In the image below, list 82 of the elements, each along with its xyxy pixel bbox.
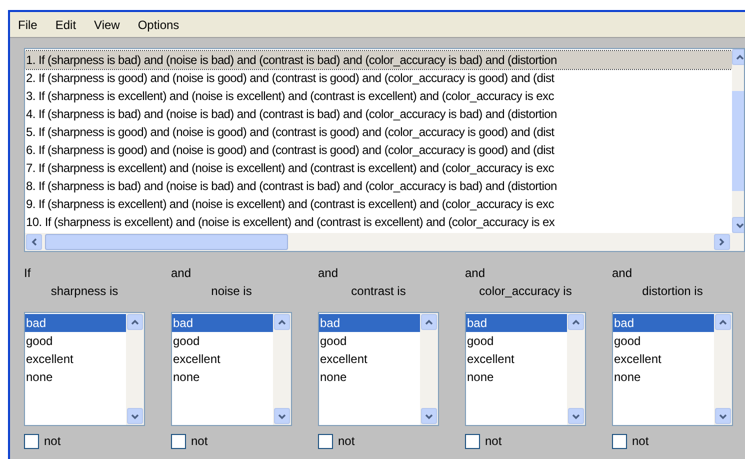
scroll-up-icon[interactable] [127, 314, 143, 330]
scroll-up-icon[interactable] [421, 314, 437, 330]
scroll-up-icon[interactable] [568, 314, 584, 330]
scroll-down-icon[interactable] [568, 408, 584, 424]
scroll-down-icon[interactable] [274, 408, 290, 424]
not-checkbox[interactable] [318, 434, 333, 448]
scroll-up-icon[interactable] [715, 314, 731, 330]
connector-label: and [612, 265, 632, 282]
scroll-thumb[interactable] [732, 91, 744, 191]
value-option[interactable]: none [25, 368, 126, 386]
value-option[interactable]: excellent [172, 350, 273, 368]
value-option[interactable]: none [613, 368, 714, 386]
scroll-thumb[interactable] [45, 234, 288, 250]
menu-item[interactable]: File [18, 16, 38, 34]
not-checkbox[interactable] [24, 434, 39, 448]
value-option[interactable]: bad [25, 314, 126, 332]
value-listbox[interactable]: bad good excellent none [171, 312, 292, 426]
value-option[interactable]: good [613, 332, 714, 350]
connector-label: and [465, 265, 486, 282]
scroll-down-icon[interactable] [715, 408, 731, 424]
value-option[interactable]: none [172, 368, 273, 386]
value-option[interactable]: bad [319, 314, 420, 332]
not-checkbox[interactable] [465, 434, 480, 448]
menu-item[interactable]: Options [138, 16, 180, 34]
value-listbox[interactable]: bad good excellent none [465, 312, 586, 426]
checkbox-label: not [632, 433, 649, 450]
vertical-scrollbar[interactable] [732, 49, 744, 233]
listbox-scrollbar[interactable] [420, 313, 438, 425]
value-option[interactable]: none [466, 368, 567, 386]
listbox-scrollbar[interactable] [273, 313, 291, 425]
scroll-left-icon[interactable] [26, 234, 42, 250]
value-option[interactable]: bad [466, 314, 567, 332]
not-checkbox[interactable] [612, 434, 627, 448]
value-listbox[interactable]: bad good excellent none [24, 312, 145, 426]
scroll-down-icon[interactable] [127, 408, 143, 424]
rule-row[interactable]: 3. If (sharpness is excellent) and (noise is excellent) and (contrast is excellent) and (color_accuracy is exc [25, 87, 732, 105]
connector-label: and [318, 265, 338, 282]
variable-label: contrast is [351, 283, 406, 300]
rule-row[interactable]: 8. If (sharpness is bad) and (noise is bad) and (contrast is bad) and (color_accuracy is bad) and (distortion [25, 177, 732, 195]
checkbox-label: not [44, 433, 61, 450]
value-option[interactable]: good [466, 332, 567, 350]
value-option[interactable]: good [319, 332, 420, 350]
menu-item[interactable]: View [94, 16, 120, 34]
checkbox-label: not [338, 433, 355, 450]
rule-row[interactable]: 7. If (sharpness is excellent) and (noise is excellent) and (contrast is excellent) and (color_accuracy is exc [25, 159, 732, 177]
connector-label: and [171, 265, 192, 282]
value-listbox[interactable]: bad good excellent none [612, 312, 733, 426]
value-option[interactable]: bad [172, 314, 273, 332]
listbox-scrollbar[interactable] [714, 313, 732, 425]
checkbox-label: not [485, 433, 502, 450]
scroll-up-icon[interactable] [732, 49, 744, 65]
listbox-scrollbar[interactable] [567, 313, 585, 425]
variable-label: color_accuracy is [479, 283, 572, 300]
variable-label: sharpness is [50, 283, 118, 300]
value-option[interactable]: excellent [613, 350, 714, 368]
value-option[interactable]: excellent [466, 350, 567, 368]
scroll-down-icon[interactable] [421, 408, 437, 424]
value-option[interactable]: bad [613, 314, 714, 332]
checkbox-label: not [191, 433, 208, 450]
connector-label: If [24, 265, 31, 282]
menu-item[interactable]: Edit [55, 16, 76, 34]
scroll-down-icon[interactable] [732, 217, 744, 233]
horizontal-scrollbar[interactable] [25, 233, 744, 251]
value-option[interactable]: good [172, 332, 273, 350]
rule-row[interactable]: 6. If (sharpness is good) and (noise is good) and (contrast is good) and (color_accuracy is good) and (dist [25, 141, 732, 159]
value-option[interactable]: excellent [25, 350, 126, 368]
scroll-right-icon[interactable] [714, 234, 730, 250]
value-option[interactable]: none [319, 368, 420, 386]
rule-row[interactable]: 10. If (sharpness is excellent) and (noise is excellent) and (contrast is excellent) and (color_accuracy is ex [25, 213, 732, 231]
listbox-scrollbar[interactable] [126, 313, 144, 425]
variable-label: noise is [211, 283, 252, 300]
rule-row[interactable]: 2. If (sharpness is good) and (noise is good) and (contrast is good) and (color_accuracy is good) and (dist [25, 69, 732, 87]
value-option[interactable]: excellent [319, 350, 420, 368]
rule-row[interactable]: 5. If (sharpness is good) and (noise is good) and (contrast is good) and (color_accuracy is good) and (dist [25, 123, 732, 141]
rule-row[interactable]: 9. If (sharpness is excellent) and (noise is excellent) and (contrast is excellent) and (color_accuracy is exc [25, 195, 732, 213]
rule-row[interactable]: 1. If (sharpness is bad) and (noise is bad) and (contrast is bad) and (color_accuracy is bad) and (distortion [25, 51, 732, 69]
rule-row[interactable]: 4. If (sharpness is bad) and (noise is bad) and (contrast is bad) and (color_accuracy is bad) and (distortion [25, 105, 732, 123]
variable-label: distortion is [642, 283, 703, 300]
value-option[interactable]: good [25, 332, 126, 350]
value-listbox[interactable]: bad good excellent none [318, 312, 439, 426]
scroll-up-icon[interactable] [274, 314, 290, 330]
not-checkbox[interactable] [171, 434, 186, 448]
